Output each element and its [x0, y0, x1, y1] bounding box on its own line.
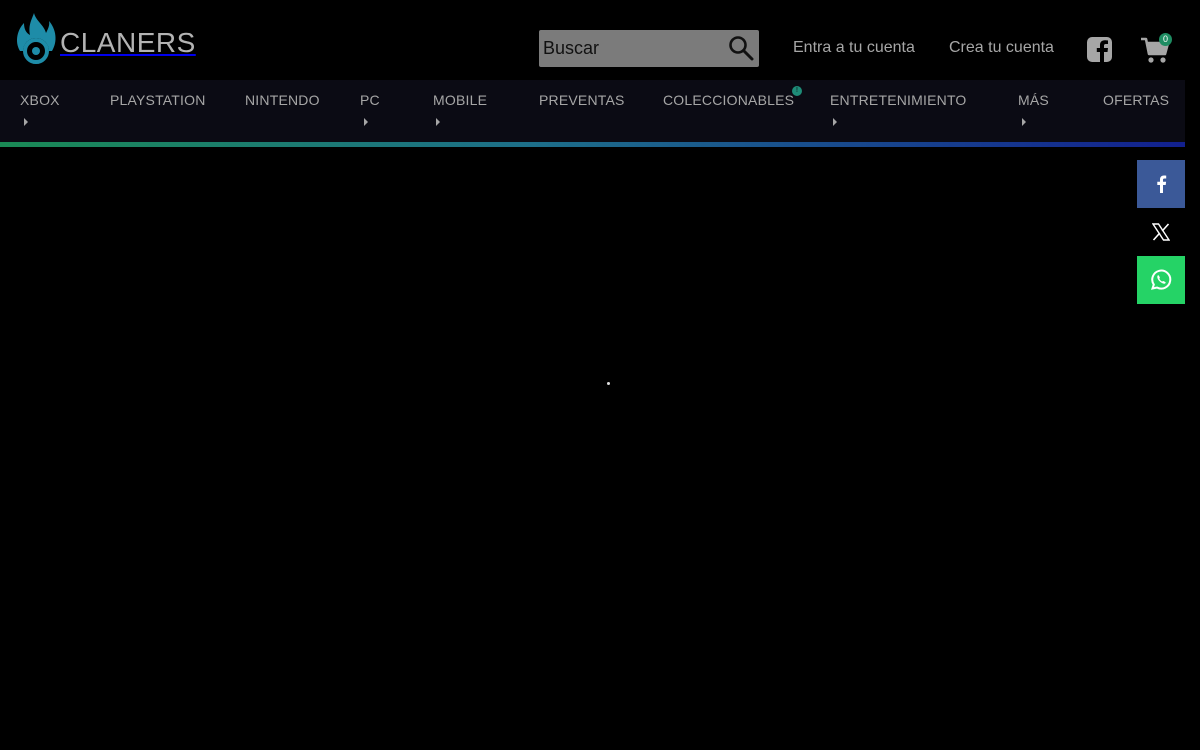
nav-item-coleccionables[interactable]: COLECCIONABLES [663, 92, 794, 108]
search-button[interactable] [727, 34, 755, 62]
nav-item-mobile[interactable]: MOBILE [433, 92, 487, 108]
loading-indicator [607, 382, 610, 385]
main-nav: XBOX PLAYSTATION NINTENDO PC MOBILE PREV… [0, 80, 1185, 142]
nav-item-playstation[interactable]: PLAYSTATION [110, 92, 206, 108]
nav-caret-xbox-icon[interactable] [24, 118, 28, 126]
nav-item-pc[interactable]: PC [360, 92, 380, 108]
search-box [539, 30, 759, 67]
nav-item-xbox[interactable]: XBOX [20, 92, 60, 108]
cart-count-badge: 0 [1159, 33, 1172, 46]
nav-caret-entretenimiento-icon[interactable] [833, 118, 837, 126]
nav-item-preventas[interactable]: PREVENTAS [539, 92, 625, 108]
coleccionables-badge: ! [792, 86, 802, 96]
facebook-icon [1157, 175, 1167, 193]
claners-flame-logo-icon [17, 13, 56, 64]
login-link[interactable]: Entra a tu cuenta [793, 39, 915, 57]
search-icon [729, 36, 754, 61]
nav-item-mas[interactable]: MÁS [1018, 92, 1049, 108]
facebook-icon[interactable] [1087, 37, 1112, 62]
share-facebook-button[interactable] [1137, 160, 1185, 208]
whatsapp-icon [1150, 269, 1172, 290]
nav-caret-pc-icon[interactable] [364, 118, 368, 126]
brand-name: CLANERS [60, 27, 196, 58]
search-input[interactable] [539, 30, 724, 67]
nav-caret-mobile-icon[interactable] [436, 118, 440, 126]
share-x-button[interactable] [1137, 208, 1185, 256]
nav-gradient-divider [0, 142, 1185, 147]
nav-item-entretenimiento[interactable]: ENTRETENIMIENTO [830, 92, 967, 108]
nav-item-ofertas[interactable]: OFERTAS [1103, 92, 1169, 108]
nav-caret-mas-icon[interactable] [1022, 118, 1026, 126]
register-link[interactable]: Crea tu cuenta [949, 39, 1054, 57]
nav-item-nintendo[interactable]: NINTENDO [245, 92, 320, 108]
brand-logo[interactable]: CLANERS [14, 11, 196, 65]
site-header: CLANERS Entra a tu cuenta Crea tu cuenta… [0, 0, 1200, 80]
share-whatsapp-button[interactable] [1137, 256, 1185, 304]
x-icon [1152, 223, 1170, 241]
